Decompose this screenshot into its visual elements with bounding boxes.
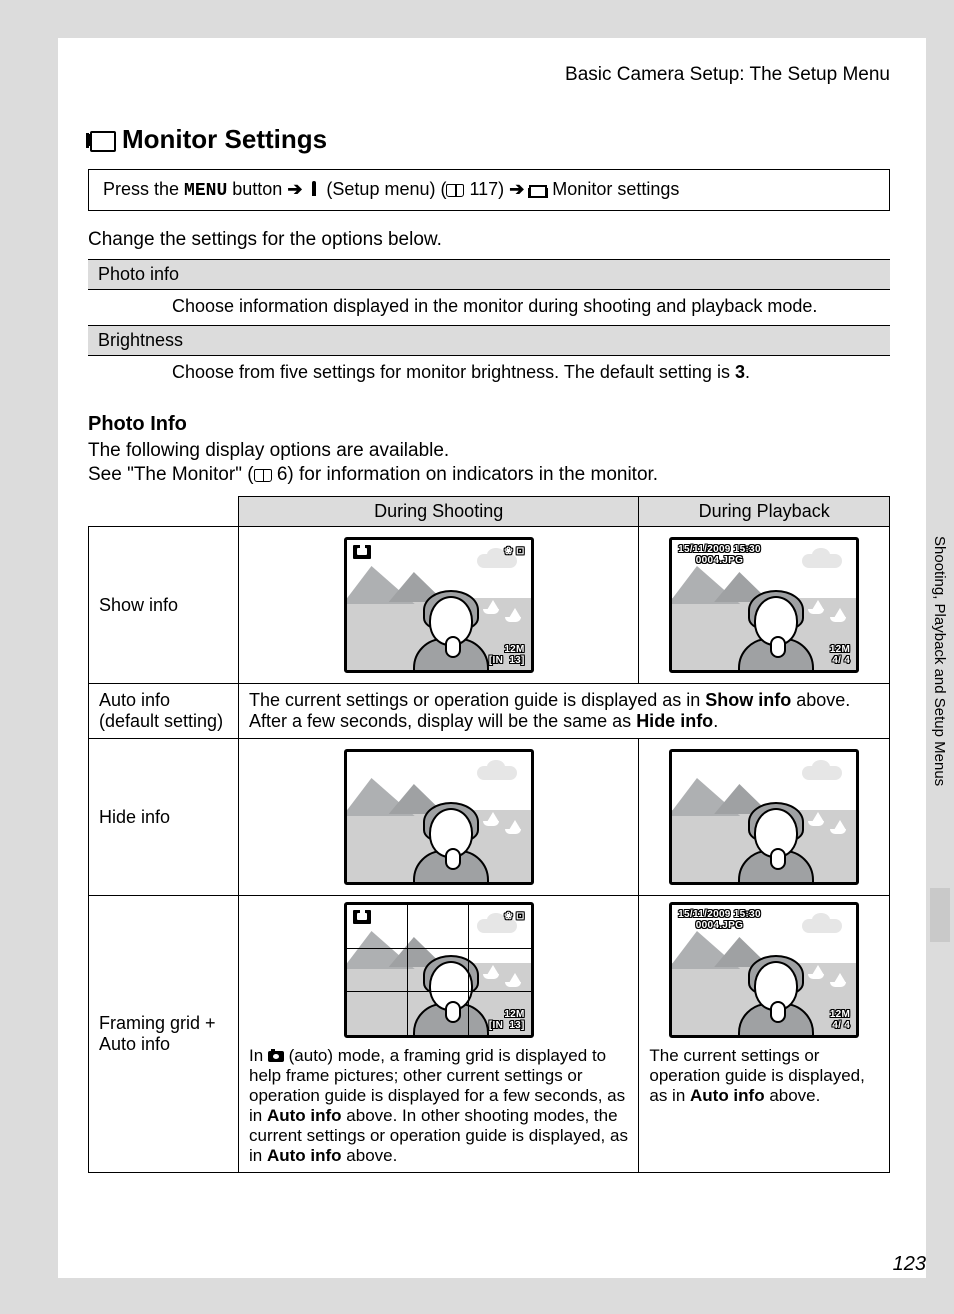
osd-bottom-right: 12M[IN 13] xyxy=(489,1009,525,1031)
running-header: Basic Camera Setup: The Setup Menu xyxy=(88,64,890,86)
section-heading: Monitor Settings xyxy=(88,124,890,155)
subsection-heading: Photo Info xyxy=(88,413,890,436)
osd-date: 15/11/2009 15:300004.JPG xyxy=(678,909,761,931)
row-label-show-info: Show info xyxy=(89,527,239,684)
row-label-hide-info: Hide info xyxy=(89,739,239,896)
nav-text: button xyxy=(227,179,287,199)
cell-hideinfo-shooting xyxy=(239,739,639,896)
cell-autoinfo-desc: The current settings or operation guide … xyxy=(239,684,890,739)
osd-top-right: ❀ ⊡ xyxy=(504,911,524,922)
cell-framinggrid-shooting: ❀ ⊡ 12M[IN 13] In (auto) mode, a framing… xyxy=(239,896,639,1173)
preview-thumbnail xyxy=(669,749,859,885)
side-thumb-tab xyxy=(930,888,950,942)
table-corner xyxy=(89,497,239,527)
side-tab-label: Shooting, Playback and Setup Menus xyxy=(929,528,950,794)
body-text: The following display options are availa… xyxy=(88,440,890,462)
manual-page: Basic Camera Setup: The Setup Menu Monit… xyxy=(58,38,926,1278)
osd-bottom-right: 12M4/ 4 xyxy=(830,644,850,666)
nav-text: Monitor settings xyxy=(547,179,679,199)
option-desc: Choose from five settings for monitor br… xyxy=(88,356,890,392)
option-name: Brightness xyxy=(88,326,890,356)
preview-thumbnail: ❀ ⊡ 12M[IN 13] xyxy=(344,537,534,673)
arrow-icon: ➔ xyxy=(287,179,302,199)
osd-bottom-right: 12M4/ 4 xyxy=(830,1009,850,1031)
nav-page-ref: 117) xyxy=(464,179,509,199)
cell-hideinfo-playback xyxy=(639,739,890,896)
camera-icon xyxy=(268,1051,284,1062)
arrow-icon: ➔ xyxy=(509,179,524,199)
option-name: Photo info xyxy=(88,260,890,290)
preview-thumbnail: ❀ ⊡ 12M[IN 13] xyxy=(344,902,534,1038)
menu-button-label: MENU xyxy=(184,181,227,201)
preview-thumbnail xyxy=(344,749,534,885)
osd-bottom-right: 12M[IN 13] xyxy=(489,644,525,666)
book-icon xyxy=(254,469,272,482)
body-text: See "The Monitor" ( 6) for information o… xyxy=(88,464,890,486)
column-header-playback: During Playback xyxy=(639,497,890,527)
row-label-framing-grid: Framing grid + Auto info xyxy=(89,896,239,1173)
intro-text: Change the settings for the options belo… xyxy=(88,229,890,251)
monitor-icon xyxy=(88,130,114,150)
display-options-table: During Shooting During Playback Show inf… xyxy=(88,496,890,1173)
preview-thumbnail: 15/11/2009 15:300004.JPG 12M4/ 4 xyxy=(669,537,859,673)
book-icon xyxy=(446,184,464,197)
monitor-icon xyxy=(529,185,547,198)
camera-mode-icon xyxy=(353,910,371,924)
cell-framinggrid-playback: 15/11/2009 15:300004.JPG 12M4/ 4 The cur… xyxy=(639,896,890,1173)
default-value: 3 xyxy=(735,362,745,382)
cell-showinfo-shooting: ❀ ⊡ 12M[IN 13] xyxy=(239,527,639,684)
page-number: 123 xyxy=(893,1253,926,1276)
osd-date: 15/11/2009 15:300004.JPG xyxy=(678,544,761,566)
osd-top-right: ❀ ⊡ xyxy=(504,546,524,557)
wrench-icon xyxy=(307,181,321,197)
section-heading-text: Monitor Settings xyxy=(122,124,327,155)
option-desc: Choose information displayed in the moni… xyxy=(88,290,890,326)
camera-mode-icon xyxy=(353,545,371,559)
column-header-shooting: During Shooting xyxy=(239,497,639,527)
nav-text: Press the xyxy=(103,179,184,199)
navigation-path-box: Press the MENU button ➔ (Setup menu) ( 1… xyxy=(88,169,890,211)
nav-text: (Setup menu) ( xyxy=(321,179,446,199)
cell-showinfo-playback: 15/11/2009 15:300004.JPG 12M4/ 4 xyxy=(639,527,890,684)
preview-thumbnail: 15/11/2009 15:300004.JPG 12M4/ 4 xyxy=(669,902,859,1038)
options-summary-table: Photo info Choose information displayed … xyxy=(88,259,890,391)
row-label-auto-info: Auto info(default setting) xyxy=(89,684,239,739)
